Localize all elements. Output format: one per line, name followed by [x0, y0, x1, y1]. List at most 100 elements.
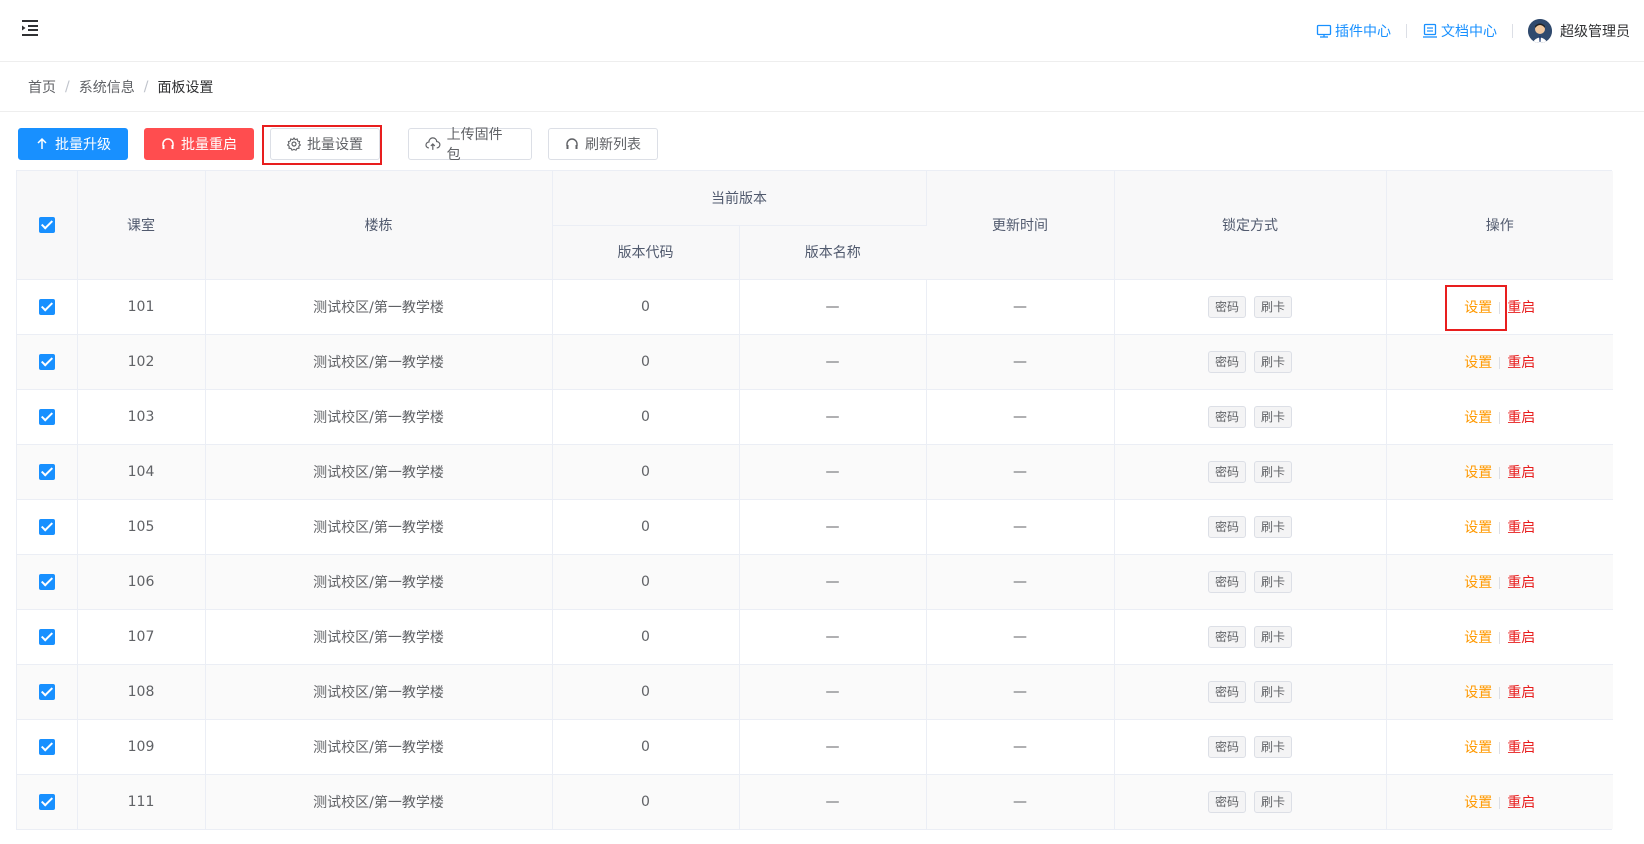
- lock-card-tag[interactable]: 刷卡: [1254, 790, 1293, 813]
- lock-card-tag[interactable]: 刷卡: [1254, 735, 1293, 758]
- lock-password-tag[interactable]: 密码: [1207, 515, 1246, 538]
- cell-version-name: —: [739, 444, 927, 500]
- batch-restart-button[interactable]: 批量重启: [144, 128, 254, 160]
- cell-version-name: —: [739, 609, 927, 665]
- settings-link[interactable]: 设置: [1464, 630, 1492, 646]
- restart-link[interactable]: 重启: [1507, 740, 1535, 756]
- cell-building: 测试校区/第一教学楼: [205, 279, 553, 335]
- row-checkbox[interactable]: [38, 463, 55, 480]
- table-row: 105 测试校区/第一教学楼 0— — 密码 刷卡 设置 重启: [17, 499, 1613, 555]
- breadcrumb-separator: /: [143, 78, 149, 95]
- breadcrumb-item-home[interactable]: 首页: [28, 77, 56, 97]
- restart-link[interactable]: 重启: [1507, 465, 1535, 481]
- lock-card-tag[interactable]: 刷卡: [1254, 625, 1293, 648]
- row-checkbox[interactable]: [38, 738, 55, 755]
- restart-link[interactable]: 重启: [1507, 575, 1535, 591]
- lock-card-tag[interactable]: 刷卡: [1254, 570, 1293, 593]
- cell-classroom: 102: [77, 334, 206, 390]
- plugin-center-link[interactable]: 插件中心: [1316, 21, 1391, 41]
- cell-building: 测试校区/第一教学楼: [205, 554, 553, 610]
- cell-building: 测试校区/第一教学楼: [205, 444, 553, 500]
- lock-card-tag[interactable]: 刷卡: [1254, 515, 1293, 538]
- lock-password-tag[interactable]: 密码: [1207, 570, 1246, 593]
- upload-firmware-button[interactable]: 上传固件包: [408, 127, 532, 163]
- settings-link[interactable]: 设置: [1464, 575, 1492, 591]
- cell-version-code: 0: [552, 774, 740, 829]
- avatar[interactable]: [1528, 19, 1552, 43]
- refresh-list-button[interactable]: 刷新列表: [548, 128, 658, 160]
- cell-classroom: 109: [77, 719, 206, 775]
- row-select-cell: [17, 389, 78, 445]
- lock-card-tag[interactable]: 刷卡: [1254, 680, 1293, 703]
- row-checkbox[interactable]: [38, 793, 55, 810]
- restart-link[interactable]: 重启: [1507, 410, 1535, 426]
- settings-link[interactable]: 设置: [1464, 410, 1492, 426]
- cell-building: 测试校区/第一教学楼: [205, 334, 553, 390]
- table-row: 107 测试校区/第一教学楼 0— — 密码 刷卡 设置 重启: [17, 609, 1613, 665]
- doc-center-link[interactable]: 文档中心: [1422, 21, 1497, 41]
- cell-lock-mode: 密码 刷卡: [1114, 774, 1387, 829]
- row-select-cell: [17, 664, 78, 720]
- settings-link[interactable]: 设置: [1464, 685, 1492, 701]
- row-checkbox[interactable]: [38, 408, 55, 425]
- row-checkbox[interactable]: [38, 628, 55, 645]
- header-classroom: 课室: [77, 171, 206, 280]
- row-checkbox[interactable]: [38, 573, 55, 590]
- breadcrumb-item-system-info[interactable]: 系统信息: [79, 77, 135, 97]
- lock-card-tag[interactable]: 刷卡: [1254, 460, 1293, 483]
- cell-lock-mode: 密码 刷卡: [1114, 444, 1387, 500]
- cell-lock-mode: 密码 刷卡: [1114, 334, 1387, 390]
- batch-settings-button[interactable]: 批量设置: [270, 128, 380, 160]
- settings-link[interactable]: 设置: [1464, 520, 1492, 536]
- header-update-time: 更新时间: [926, 171, 1115, 280]
- lock-password-tag[interactable]: 密码: [1207, 350, 1246, 373]
- lock-password-tag[interactable]: 密码: [1207, 295, 1246, 318]
- lock-password-tag[interactable]: 密码: [1207, 405, 1246, 428]
- settings-link[interactable]: 设置: [1464, 355, 1492, 371]
- cell-version-code: 0: [552, 334, 740, 390]
- lock-card-tag[interactable]: 刷卡: [1254, 350, 1293, 373]
- row-select-cell: [17, 609, 78, 665]
- restart-link[interactable]: 重启: [1507, 355, 1535, 371]
- action-divider: [1499, 466, 1501, 479]
- cell-classroom: 105: [77, 499, 206, 555]
- cell-classroom: 106: [77, 554, 206, 610]
- settings-link[interactable]: 设置: [1464, 740, 1492, 756]
- lock-password-tag[interactable]: 密码: [1207, 460, 1246, 483]
- menu-fold-icon[interactable]: [19, 17, 41, 39]
- restart-link[interactable]: 重启: [1507, 630, 1535, 646]
- table-row: 104 测试校区/第一教学楼 0— — 密码 刷卡 设置 重启: [17, 444, 1613, 500]
- cell-building: 测试校区/第一教学楼: [205, 499, 553, 555]
- settings-link[interactable]: 设置: [1464, 300, 1492, 316]
- restart-link[interactable]: 重启: [1507, 520, 1535, 536]
- device-table: 课室 楼栋 当前版本 更新时间 锁定方式 操作 版本代码 版本名称 101 测试校…: [16, 170, 1613, 830]
- row-checkbox[interactable]: [38, 518, 55, 535]
- row-select-cell: [17, 334, 78, 390]
- select-all-checkbox[interactable]: [38, 216, 55, 233]
- restart-link[interactable]: 重启: [1507, 795, 1535, 811]
- lock-password-tag[interactable]: 密码: [1207, 790, 1246, 813]
- settings-link[interactable]: 设置: [1464, 465, 1492, 481]
- cell-lock-mode: 密码 刷卡: [1114, 554, 1387, 610]
- row-checkbox[interactable]: [38, 683, 55, 700]
- row-checkbox[interactable]: [38, 298, 55, 315]
- header-version-name: 版本名称: [739, 225, 926, 280]
- headset-icon: [162, 138, 174, 149]
- cell-building: 测试校区/第一教学楼: [205, 719, 553, 775]
- restart-link[interactable]: 重启: [1507, 685, 1535, 701]
- lock-password-tag[interactable]: 密码: [1207, 735, 1246, 758]
- row-checkbox[interactable]: [38, 353, 55, 370]
- settings-link[interactable]: 设置: [1464, 795, 1492, 811]
- batch-upgrade-button[interactable]: 批量升级: [18, 128, 128, 160]
- row-select-cell: [17, 719, 78, 775]
- lock-password-tag[interactable]: 密码: [1207, 680, 1246, 703]
- restart-link[interactable]: 重启: [1507, 300, 1535, 316]
- table-row: 108 测试校区/第一教学楼 0— — 密码 刷卡 设置 重启: [17, 664, 1613, 720]
- cell-update-time: —: [926, 609, 1115, 665]
- lock-password-tag[interactable]: 密码: [1207, 625, 1246, 648]
- user-name[interactable]: 超级管理员: [1560, 21, 1630, 41]
- cell-actions: 设置 重启: [1386, 389, 1613, 445]
- lock-card-tag[interactable]: 刷卡: [1254, 295, 1293, 318]
- breadcrumb: 首页 / 系统信息 / 面板设置: [0, 62, 1644, 112]
- lock-card-tag[interactable]: 刷卡: [1254, 405, 1293, 428]
